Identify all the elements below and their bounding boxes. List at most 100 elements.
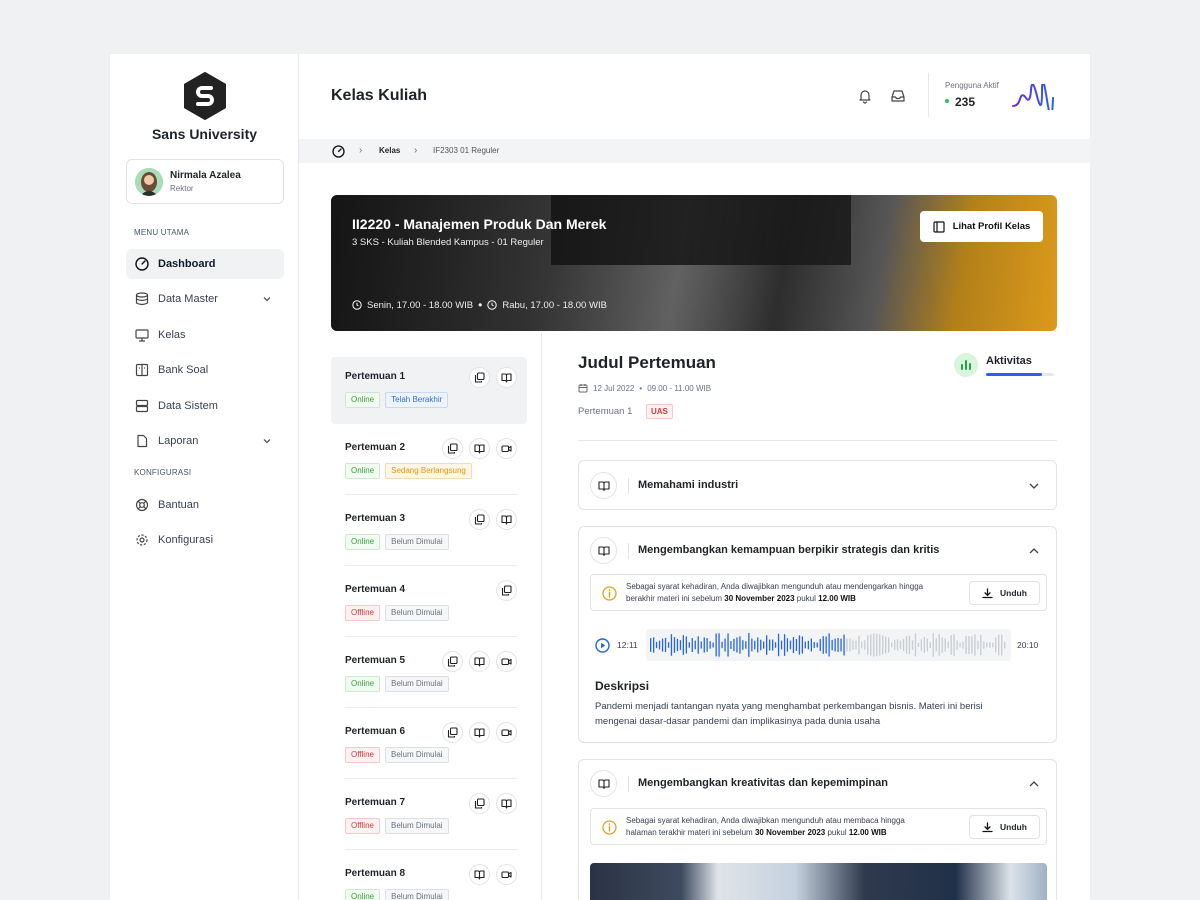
menu-section-config: KONFIGURASI (134, 468, 192, 477)
attendance-notice: Sebagai syarat kehadiran, Anda diwajibka… (590, 808, 1047, 845)
detail-divider (578, 440, 1057, 441)
sidebar-item-kelas[interactable]: Kelas (126, 320, 284, 350)
sidebar-item-data-sistem[interactable]: Data Sistem (126, 391, 284, 421)
chevron-up-icon[interactable] (1028, 545, 1040, 557)
book-button[interactable] (469, 651, 490, 672)
copy-button[interactable] (469, 509, 490, 530)
meeting-datetime: 12 Jul 2022 • 09.00 - 11.00 WIB (578, 383, 711, 393)
meeting-title: Pertemuan 8 (345, 868, 406, 879)
view-class-profile-label: Lihat Profil Kelas (952, 221, 1031, 232)
gauge-icon[interactable] (332, 145, 345, 158)
status-badge: Belum Dimulai (384, 818, 449, 834)
sidebar-item-bantuan[interactable]: Bantuan (126, 490, 284, 520)
bell-icon[interactable] (857, 88, 873, 104)
meeting-actions (442, 722, 517, 743)
sidebar-item-label: Laporan (158, 435, 199, 447)
sidebar-item-label: Data Sistem (158, 400, 218, 412)
meeting-list-item[interactable]: Pertemuan 6 Offline Belum Dimulai (331, 712, 527, 779)
meeting-list-item[interactable]: Pertemuan 7 Offline Belum Dimulai (331, 783, 527, 850)
copy-button[interactable] (496, 580, 517, 601)
inbox-icon[interactable] (890, 88, 906, 104)
book-icon (501, 515, 512, 525)
meeting-list-item[interactable]: Pertemuan 4 Offline Belum Dimulai (331, 570, 527, 637)
meeting-list-item[interactable]: Pertemuan 5 Online Belum Dimulai (331, 641, 527, 708)
meeting-actions (469, 509, 517, 530)
topic-title: Memahami industri (638, 479, 739, 491)
chevron-right-icon: › (414, 145, 418, 156)
book-icon (474, 728, 485, 738)
chevron-down-icon[interactable] (1028, 480, 1040, 492)
video-button[interactable] (496, 651, 517, 672)
divider (628, 543, 629, 559)
copy-icon (474, 798, 485, 809)
meeting-list-item[interactable]: Pertemuan 8 Online Belum Dimulai (331, 854, 527, 900)
info-icon (602, 586, 617, 601)
sidebar-item-konfigurasi[interactable]: Konfigurasi (126, 525, 284, 555)
sidebar-item-bank-soal[interactable]: Bank Soal (126, 355, 284, 385)
chevron-up-icon[interactable] (1028, 778, 1040, 790)
copy-icon (447, 656, 458, 667)
calendar-icon (578, 384, 588, 393)
meeting-list-item[interactable]: Pertemuan 1 Online Telah Berakhir (331, 357, 527, 424)
user-profile-card[interactable]: Nirmala Azalea Rektor (126, 159, 284, 204)
copy-button[interactable] (469, 367, 490, 388)
download-button[interactable]: Unduh (969, 581, 1040, 605)
sidebar-item-label: Dashboard (158, 258, 216, 270)
column-divider (541, 333, 542, 900)
sidebar-item-dashboard[interactable]: Dashboard (126, 249, 284, 279)
play-icon[interactable] (595, 638, 610, 653)
book-icon (590, 537, 617, 564)
active-users-sparkline (1012, 84, 1054, 110)
download-icon (982, 821, 993, 832)
copy-button[interactable] (442, 651, 463, 672)
notice-text: Sebagai syarat kehadiran, Anda diwajibka… (626, 816, 905, 837)
presentation-icon (135, 329, 149, 342)
video-button[interactable] (496, 722, 517, 743)
audio-waveform[interactable] (646, 629, 1011, 661)
book-button[interactable] (496, 793, 517, 814)
book-button[interactable] (496, 367, 517, 388)
meeting-actions (469, 864, 517, 885)
book-button[interactable] (469, 722, 490, 743)
breadcrumb-item-kelas[interactable]: Kelas (379, 146, 400, 155)
meeting-list-item[interactable]: Pertemuan 2 Online Sedang Berlangsung (331, 428, 527, 495)
video-button[interactable] (496, 864, 517, 885)
topic-accordion-1[interactable]: Memahami industri (578, 460, 1057, 510)
download-button[interactable]: Unduh (969, 815, 1040, 839)
sidebar-item-laporan[interactable]: Laporan (126, 426, 284, 456)
divider (628, 776, 629, 792)
avatar-image (135, 168, 163, 196)
copy-icon (474, 372, 485, 383)
audio-player: 12:11 20:10 (595, 629, 1045, 661)
mode-badge: Online (345, 534, 381, 550)
clock-icon (352, 300, 362, 310)
material-preview-image[interactable] (590, 863, 1047, 900)
university-logo-icon[interactable] (183, 72, 227, 120)
topic-accordion-3[interactable]: Mengembangkan kreativitas dan kepemimpin… (578, 759, 1057, 900)
topic-accordion-2[interactable]: Mengembangkan kemampuan berpikir strateg… (578, 526, 1057, 743)
audio-current-time: 12:11 (617, 640, 638, 650)
meeting-list-item[interactable]: Pertemuan 3 Online Belum Dimulai (331, 499, 527, 566)
row-divider (345, 565, 517, 566)
copy-button[interactable] (469, 793, 490, 814)
meeting-date: 12 Jul 2022 (593, 383, 635, 393)
copy-button[interactable] (442, 722, 463, 743)
copy-button[interactable] (442, 438, 463, 459)
mode-badge: Offline (345, 605, 380, 621)
view-class-profile-button[interactable]: Lihat Profil Kelas (920, 211, 1043, 242)
user-name: Nirmala Azalea (170, 170, 241, 181)
divider (628, 478, 629, 494)
meeting-title: Pertemuan 1 (345, 371, 406, 382)
mode-badge: Online (345, 392, 381, 408)
topic-title: Mengembangkan kreativitas dan kepemimpin… (638, 777, 889, 789)
class-title: II2220 - Manajemen Produk Dan Merek (352, 216, 607, 232)
meeting-actions (442, 438, 517, 459)
book-button[interactable] (496, 509, 517, 530)
sidebar-item-data-master[interactable]: Data Master (126, 284, 284, 314)
video-button[interactable] (496, 438, 517, 459)
book-button[interactable] (469, 864, 490, 885)
book-button[interactable] (469, 438, 490, 459)
menu-section-main: MENU UTAMA (134, 228, 190, 237)
activity-progress-fill (986, 373, 1043, 376)
status-badge: Belum Dimulai (384, 605, 449, 621)
